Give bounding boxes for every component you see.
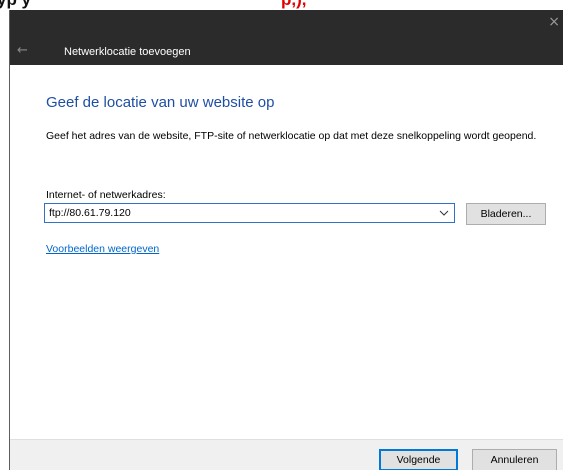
cancel-button[interactable]: Annuleren: [472, 449, 557, 470]
wizard-title: Netwerklocatie toevoegen: [64, 46, 191, 58]
address-combobox[interactable]: ftp://80.61.79.120: [44, 203, 455, 223]
page-heading: Geef de locatie van uw website op: [46, 94, 275, 111]
close-icon[interactable]: ×: [548, 15, 560, 29]
add-network-location-dialog: × ← Netwerklocatie toevoegen Geef de loc…: [9, 10, 563, 470]
cropped-text-red: p,),: [281, 0, 307, 9]
back-arrow-icon[interactable]: ←: [17, 44, 28, 58]
browse-button[interactable]: Bladeren...: [466, 203, 546, 225]
address-input-value[interactable]: ftp://80.61.79.120: [49, 207, 131, 220]
chevron-down-icon[interactable]: [434, 204, 454, 222]
instruction-text: Geef het adres van de website, FTP-site …: [46, 130, 537, 142]
view-examples-link[interactable]: Voorbeelden weergeven: [46, 242, 159, 256]
background-window-text: yp y p,),: [0, 0, 563, 10]
screen: yp y p,), × ← Netwerklocatie toevoegen Ge…: [0, 0, 563, 470]
cropped-text-dark: yp y: [0, 0, 31, 9]
next-button[interactable]: Volgende: [379, 449, 458, 470]
titlebar: × ← Netwerklocatie toevoegen: [10, 10, 563, 65]
address-label: Internet- of netwerkadres:: [46, 189, 166, 201]
cropped-heading-text: yp y p,),: [0, 0, 307, 10]
button-bar: Volgende Annuleren: [10, 439, 563, 470]
